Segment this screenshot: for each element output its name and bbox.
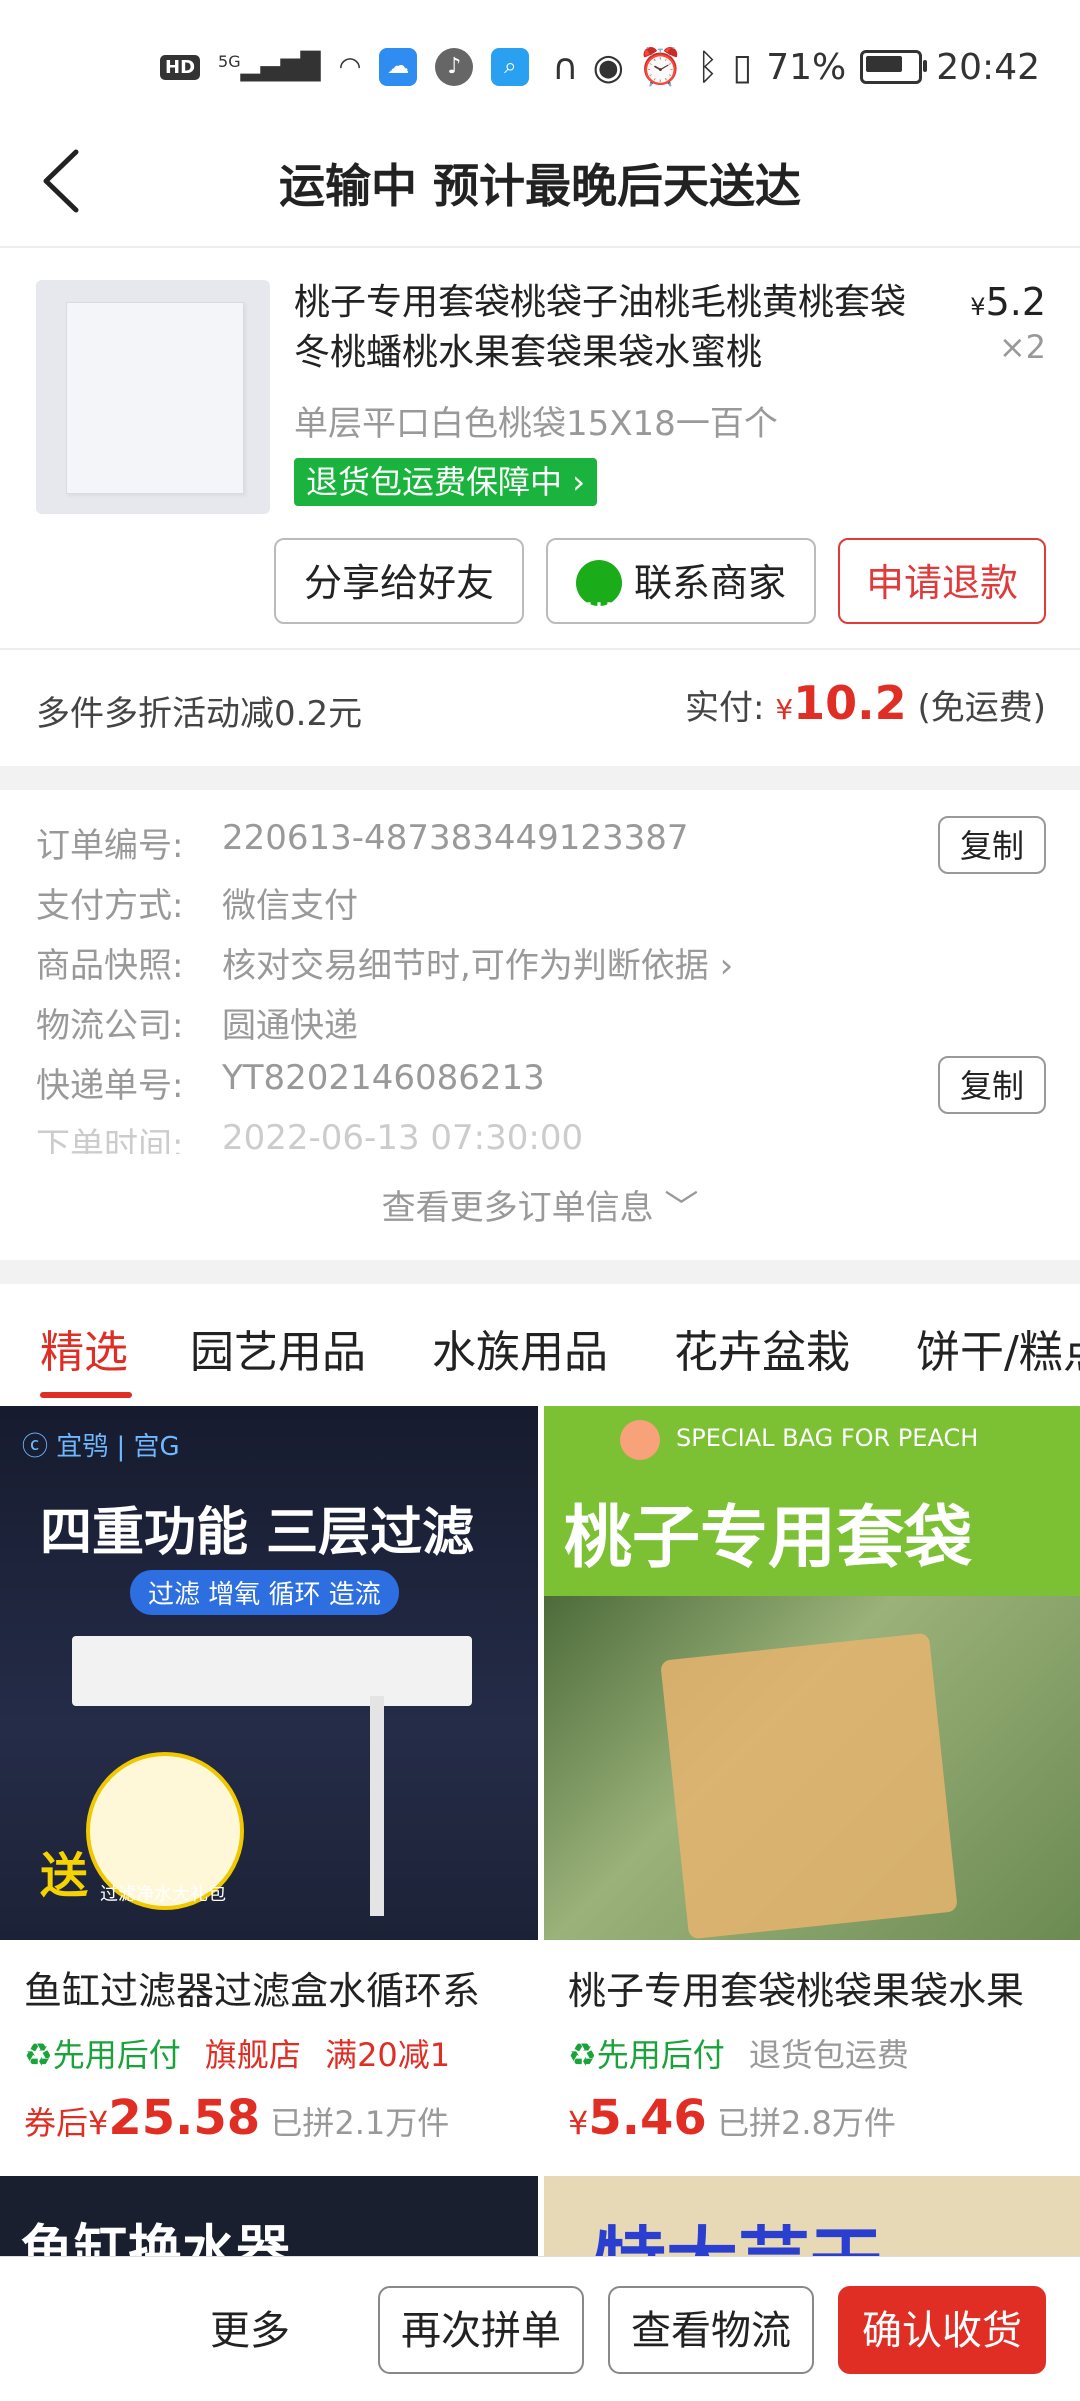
wechat-chat-icon <box>575 554 622 640</box>
banner-headline: 四重功能 三层过滤 <box>40 1503 475 1563</box>
tab-gardening[interactable]: 园艺用品 <box>190 1316 366 1380</box>
header-divider <box>0 246 1080 248</box>
product-quantity: ×2 <box>998 328 1046 366</box>
battery-percent: 71% <box>766 46 847 88</box>
clock: 20:42 <box>936 46 1040 88</box>
section-divider <box>0 648 1080 650</box>
status-right-icons: ∩ ◉ ⏰ ᛒ ▯ 71% 20:42 <box>552 44 1040 90</box>
weather-app-icon: ☁ <box>379 48 418 86</box>
return-shipping-guarantee-badge[interactable]: 退货包运费保障中 › <box>294 458 597 506</box>
product-card-price: 券后¥25.58 已拼2.1万件 <box>24 2090 450 2146</box>
product-card-price: ¥5.46 已拼2.8万件 <box>568 2090 896 2146</box>
copy-tracking-number-button[interactable]: 复制 <box>938 1056 1046 1114</box>
tab-biscuits[interactable]: 饼干/糕点 <box>916 1316 1080 1380</box>
contact-merchant-button[interactable]: 联系商家 <box>546 538 816 640</box>
headset-icon: ∩ <box>552 46 579 88</box>
bluetooth-icon: ᛒ <box>696 46 719 88</box>
filter-pipe-image <box>370 1696 384 1916</box>
product-card-title[interactable]: 鱼缸过滤器过滤盒水循环系 <box>24 1960 524 2015</box>
product-card-image-partial[interactable]: 特大芸干 <box>544 2176 1080 2303</box>
status-left-icons: HD 5G▂▄▆█ ◠ ☁ ♪ ⌕ <box>160 44 530 90</box>
filter-box-image <box>72 1636 472 1706</box>
page-title: 运输中 预计最晚后天送达 <box>278 159 801 213</box>
category-tabs: 精选 园艺用品 水族用品 花卉盆栽 饼干/糕点 <box>0 1290 1080 1400</box>
tab-aquarium[interactable]: 水族用品 <box>432 1316 608 1380</box>
chevron-right-icon: › <box>719 946 734 986</box>
signal-icon: 5G▂▄▆█ <box>218 52 321 82</box>
paper-bag-image <box>660 1632 958 1940</box>
banner-subtitle: 过滤 增氧 循环 造流 <box>130 1570 399 1615</box>
copy-order-number-button[interactable]: 复制 <box>938 816 1046 874</box>
product-image[interactable] <box>36 280 270 514</box>
pay-later-icon: ♻ <box>24 2036 53 2074</box>
payment-method-row: 支付方式: 微信支付 <box>36 886 358 926</box>
alarm-icon: ⏰ <box>637 47 683 88</box>
tab-featured[interactable]: 精选 <box>40 1316 128 1380</box>
voice-app-icon: ♪ <box>435 48 474 86</box>
order-number-row: 订单编号: 220613-487383449123387 <box>36 818 689 866</box>
order-time-row: 下单时间: 2022-06-13 07:30:00 <box>36 1118 584 1154</box>
product-card-image-partial[interactable]: 鱼缸换水器 <box>0 2176 538 2282</box>
gift-label: 送 <box>40 1848 89 1904</box>
product-price: ¥5.2 <box>970 280 1046 324</box>
product-card-image-filter[interactable]: ⓒ 宜鸮 | 宫G 四重功能 三层过滤 过滤 增氧 循环 造流 送 过滤净水大礼… <box>0 1406 538 1940</box>
hd-icon: HD <box>160 54 201 80</box>
product-spec: 单层平口白色桃袋15X18一百个 <box>294 404 778 444</box>
product-title[interactable]: 桃子专用套袋桃袋子油桃毛桃黄桃套袋冬桃蟠桃水果套袋果袋水蜜桃 <box>294 278 914 378</box>
share-button[interactable]: 分享给好友 <box>274 538 524 624</box>
banner-headline: 桃子专用套袋 <box>564 1499 973 1578</box>
vibrate-icon: ▯ <box>732 46 753 88</box>
chevron-right-icon: › <box>572 463 585 501</box>
brand-logo: ⓒ 宜鸮 | 宫G <box>22 1432 180 1462</box>
tab-flowers[interactable]: 花卉盆栽 <box>674 1316 850 1380</box>
snapshot-row[interactable]: 商品快照: 核对交易细节时,可作为判断依据 › <box>36 938 1036 988</box>
logistics-company-row: 物流公司: 圆通快递 <box>36 1006 358 1046</box>
discount-text: 多件多折活动减0.2元 <box>36 694 363 734</box>
peach-icon <box>620 1420 660 1460</box>
view-more-order-info[interactable]: 查看更多订单信息 ﹀ <box>0 1180 1080 1229</box>
product-card-title[interactable]: 桃子专用套袋桃袋果袋水果 <box>568 1960 1058 2015</box>
product-card-tags: ♻先用后付 旗舰店 满20减1 <box>24 2036 451 2074</box>
view-logistics-button[interactable]: 查看物流 <box>608 2286 814 2374</box>
product-card-image-peach-bag[interactable]: SPECIAL BAG FOR PEACH 桃子专用套袋 <box>544 1406 1080 1940</box>
status-bar: HD 5G▂▄▆█ ◠ ☁ ♪ ⌕ ∩ ◉ ⏰ ᛒ ▯ 71% 20:42 <box>0 0 1080 120</box>
pay-later-icon: ♻ <box>568 2036 597 2074</box>
more-button[interactable]: 更多 <box>210 2296 290 2366</box>
tracking-number-row: 快递单号: YT8202146086213 <box>36 1058 545 1106</box>
active-tab-indicator <box>40 1392 132 1398</box>
confirm-receipt-button[interactable]: 确认收货 <box>838 2286 1046 2374</box>
reorder-button[interactable]: 再次拼单 <box>378 2286 584 2374</box>
battery-icon <box>860 50 928 84</box>
paid-amount: 实付: ¥10.2 (免运费) <box>685 676 1046 730</box>
banner-brand: SPECIAL BAG FOR PEACH <box>676 1424 979 1452</box>
wifi-icon: ◠ <box>338 52 362 82</box>
section-gap <box>0 766 1080 790</box>
refund-button[interactable]: 申请退款 <box>838 538 1046 624</box>
chevron-down-icon: ﹀ <box>664 1188 699 1228</box>
search-app-icon: ⌕ <box>491 48 530 86</box>
product-card-tags: ♻先用后付 退货包运费 <box>568 2036 909 2074</box>
section-gap <box>0 1260 1080 1284</box>
gift-note: 过滤净水大礼包 <box>100 1884 226 1905</box>
eye-icon: ◉ <box>592 46 624 88</box>
